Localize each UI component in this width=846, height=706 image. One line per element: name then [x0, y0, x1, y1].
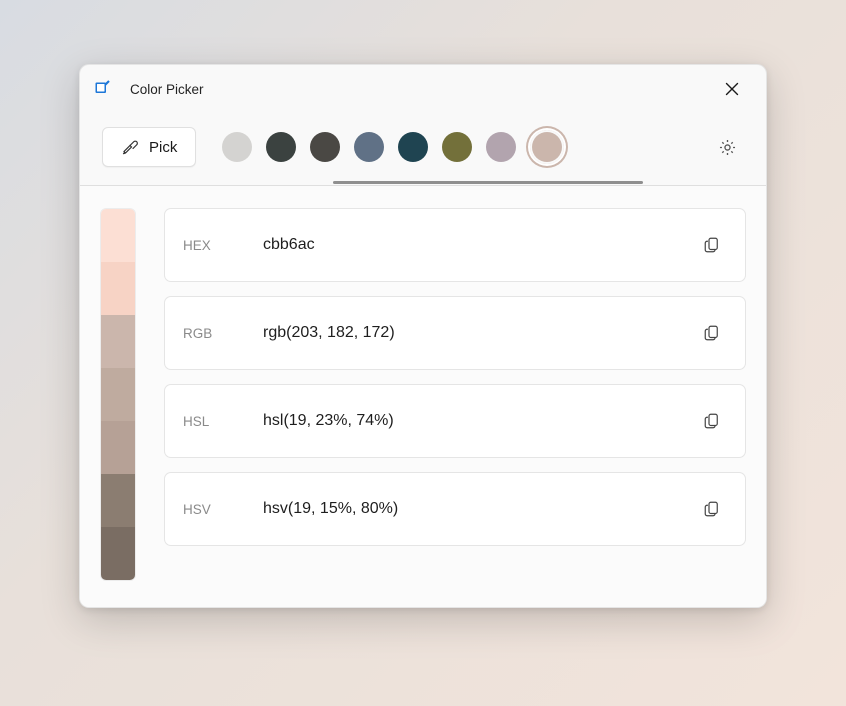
close-icon — [725, 82, 739, 96]
copy-button[interactable] — [697, 318, 727, 348]
shade-3[interactable] — [101, 368, 135, 421]
format-row-hsv[interactable]: HSVhsv(19, 15%, 80%) — [164, 472, 746, 546]
shade-6[interactable] — [101, 527, 135, 580]
gear-icon — [718, 138, 737, 157]
swatch-2[interactable] — [310, 132, 340, 162]
format-value: hsv(19, 15%, 80%) — [263, 500, 697, 518]
swatch-color-1 — [266, 132, 296, 162]
swatch-color-7 — [532, 132, 562, 162]
format-label: HSV — [183, 502, 263, 517]
swatch-7[interactable] — [530, 130, 564, 164]
shade-1[interactable] — [101, 262, 135, 315]
swatches-scrollbar[interactable] — [333, 181, 643, 184]
swatch-color-0 — [222, 132, 252, 162]
copy-icon — [703, 500, 721, 518]
app-icon — [94, 78, 112, 101]
swatch-3[interactable] — [354, 132, 384, 162]
titlebar: Color Picker — [80, 65, 766, 111]
copy-icon — [703, 324, 721, 342]
swatch-color-5 — [442, 132, 472, 162]
format-value: rgb(203, 182, 172) — [263, 324, 697, 342]
format-row-hex[interactable]: HEXcbb6ac — [164, 208, 746, 282]
formats-list: HEXcbb6ac RGBrgb(203, 182, 172) HSLhsl(19,… — [164, 208, 746, 546]
swatch-color-3 — [354, 132, 384, 162]
content-area: HEXcbb6ac RGBrgb(203, 182, 172) HSLhsl(19,… — [80, 186, 766, 607]
swatch-6[interactable] — [486, 132, 516, 162]
settings-button[interactable] — [710, 130, 744, 164]
toolbar: Pick — [80, 111, 766, 186]
pick-label: Pick — [149, 139, 177, 156]
shades-strip — [100, 208, 136, 581]
format-label: HEX — [183, 238, 263, 253]
swatch-4[interactable] — [398, 132, 428, 162]
swatch-color-2 — [310, 132, 340, 162]
swatch-1[interactable] — [266, 132, 296, 162]
format-label: RGB — [183, 326, 263, 341]
format-label: HSL — [183, 414, 263, 429]
copy-button[interactable] — [697, 494, 727, 524]
swatches-row[interactable] — [212, 130, 690, 164]
swatch-color-4 — [398, 132, 428, 162]
format-row-hsl[interactable]: HSLhsl(19, 23%, 74%) — [164, 384, 746, 458]
titlebar-left: Color Picker — [94, 78, 204, 101]
format-value: hsl(19, 23%, 74%) — [263, 412, 697, 430]
shade-0[interactable] — [101, 209, 135, 262]
color-picker-window: Color Picker Pick HEXcbb6acRGBrgb(203, — [79, 64, 767, 608]
copy-icon — [703, 412, 721, 430]
shade-5[interactable] — [101, 474, 135, 527]
shade-4[interactable] — [101, 421, 135, 474]
close-button[interactable] — [714, 75, 750, 103]
swatch-color-6 — [486, 132, 516, 162]
format-row-rgb[interactable]: RGBrgb(203, 182, 172) — [164, 296, 746, 370]
swatch-5[interactable] — [442, 132, 472, 162]
copy-icon — [703, 236, 721, 254]
copy-button[interactable] — [697, 230, 727, 260]
swatch-0[interactable] — [222, 132, 252, 162]
eyedropper-icon — [121, 138, 139, 156]
format-value: cbb6ac — [263, 236, 697, 254]
copy-button[interactable] — [697, 406, 727, 436]
pick-button[interactable]: Pick — [102, 127, 196, 167]
shade-2[interactable] — [101, 315, 135, 368]
window-title: Color Picker — [124, 82, 204, 97]
